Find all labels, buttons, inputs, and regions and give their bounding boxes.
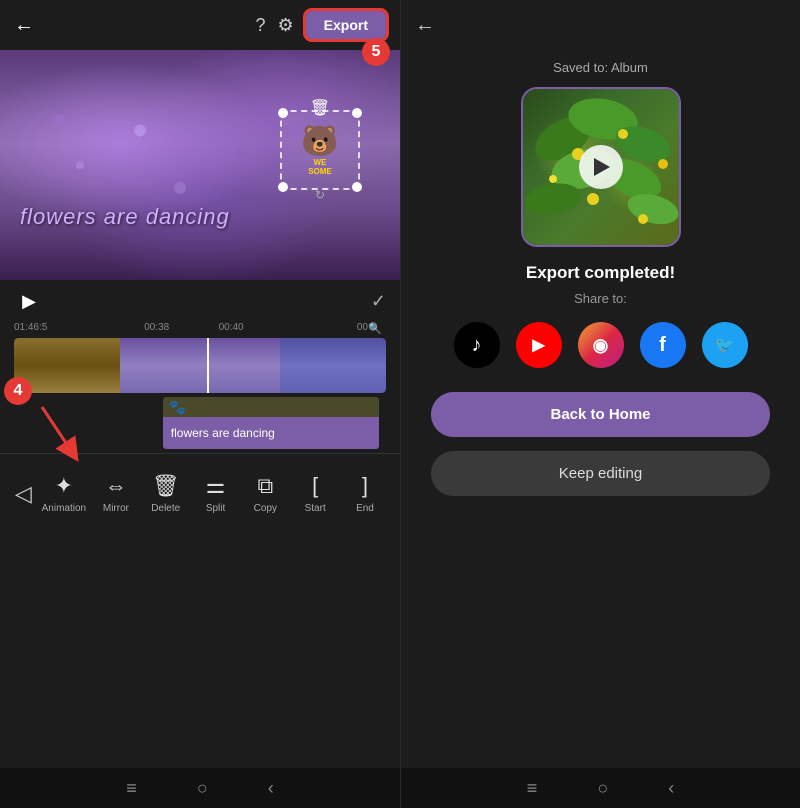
share-icons-row: ♪ ▶ ◉ f 🐦 (454, 322, 748, 368)
time-end: 00 (357, 322, 368, 333)
bottom-toolbar: ◁ ✦ Animation ⇔ Mirror 🗑 Delete ⚌ Split … (0, 453, 400, 533)
sticker-handle-bl[interactable] (278, 182, 288, 192)
video-background: flowers are dancing 🗑 🐻 WESOME ↻ (0, 50, 400, 280)
delete-label: Delete (151, 503, 180, 514)
subtitle-track-container: 4 🐾 flowers are dancing (14, 397, 386, 449)
right-header: ← (401, 0, 800, 50)
subtitle-bar[interactable]: flowers are dancing (163, 417, 379, 449)
time-mid2: 00:40 (219, 322, 244, 333)
tiktok-share-button[interactable]: ♪ (454, 322, 500, 368)
twitter-share-button[interactable]: 🐦 (702, 322, 748, 368)
menu-button[interactable]: ≡ (126, 778, 137, 799)
right-panel: ← Saved to: Album (400, 0, 800, 808)
youtube-share-button[interactable]: ▶ (516, 322, 562, 368)
right-system-nav: ≡ ○ ‹ (401, 768, 800, 808)
instagram-icon: ◉ (593, 335, 609, 356)
check-button[interactable]: ✓ (371, 291, 386, 312)
saved-to-label: Saved to: Album (553, 60, 648, 75)
sticker-timeline-icon: 🐾 (169, 399, 186, 416)
right-back-button[interactable]: ← (415, 14, 435, 37)
split-label: Split (206, 503, 225, 514)
timeline-cursor (207, 338, 209, 393)
sticker-emoji: 🐻 (301, 124, 338, 159)
tiktok-icon: ♪ (472, 334, 482, 357)
play-icon-overlay[interactable] (579, 145, 623, 189)
sticker-handle-tr[interactable] (352, 108, 362, 118)
time-mid1: 00:38 (144, 322, 169, 333)
step-5-badge: 5 (362, 38, 390, 66)
split-icon: ⚌ (206, 473, 226, 499)
header-right: ? ⚙ Export (256, 11, 387, 39)
play-triangle (594, 158, 610, 176)
facebook-share-button[interactable]: f (640, 322, 686, 368)
sticker-timeline-track: 🐾 (163, 397, 379, 417)
sticker-handle-tl[interactable] (278, 108, 288, 118)
export-thumbnail[interactable] (521, 87, 681, 247)
tool-end[interactable]: ] End (345, 473, 385, 514)
tool-animation[interactable]: ✦ Animation (42, 473, 86, 514)
right-content: Saved to: Album (401, 50, 800, 768)
timeline-controls: ▶ ✓ (0, 280, 400, 322)
back-system-button[interactable]: ‹ (268, 778, 274, 799)
tool-mirror[interactable]: ⇔ Mirror (96, 473, 136, 514)
end-label: End (356, 503, 374, 514)
start-icon: [ (312, 473, 318, 499)
rotate-handle[interactable]: ↻ (315, 188, 325, 202)
mirror-icon: ⇔ (105, 473, 127, 499)
video-strip (14, 338, 386, 393)
keep-editing-button[interactable]: Keep editing (431, 451, 770, 496)
step-4-badge: 4 (4, 377, 32, 405)
nav-arrow-left[interactable]: ◁ (15, 481, 32, 507)
timeline-track (14, 338, 386, 393)
youtube-icon: ▶ (532, 335, 544, 355)
twitter-icon: 🐦 (715, 335, 735, 355)
sticker-handle-br[interactable] (352, 182, 362, 192)
subtitle-label-track: 🐾 flowers are dancing (163, 397, 379, 449)
zoom-icon[interactable]: 🔍 (368, 322, 382, 335)
tool-copy[interactable]: ⧉ Copy (245, 473, 285, 514)
back-to-home-button[interactable]: Back to Home (431, 392, 770, 437)
tool-delete[interactable]: 🗑 Delete (146, 473, 186, 514)
subtitle-bar-text: flowers are dancing (171, 426, 275, 440)
thumbnail-background (523, 89, 679, 245)
settings-button[interactable]: ⚙ (278, 15, 294, 36)
left-panel: ← ? ⚙ Export 5 flowers are dancing 🗑 🐻 W… (0, 0, 400, 808)
time-start: 01:46:5 (14, 322, 47, 333)
end-icon: ] (362, 473, 368, 499)
home-button[interactable]: ○ (197, 778, 208, 799)
left-header: ← ? ⚙ Export (0, 0, 400, 50)
video-preview: flowers are dancing 🗑 🐻 WESOME ↻ (0, 50, 400, 280)
right-menu-button[interactable]: ≡ (527, 778, 538, 799)
animation-icon: ✦ (55, 473, 73, 499)
export-complete-text: Export completed! (526, 263, 675, 283)
copy-label: Copy (254, 503, 277, 514)
share-to-text: Share to: (574, 291, 627, 306)
mirror-label: Mirror (103, 503, 129, 514)
timeline-area: ▶ ✓ 01:46:5 00:38 00:40 00 🔍 (0, 280, 400, 768)
help-button[interactable]: ? (256, 15, 266, 36)
start-label: Start (305, 503, 326, 514)
animation-label: Animation (42, 503, 86, 514)
strip-segment-3 (280, 338, 386, 393)
back-button[interactable]: ← (14, 14, 34, 37)
facebook-icon: f (659, 334, 666, 357)
export-button[interactable]: Export (306, 11, 386, 39)
instagram-share-button[interactable]: ◉ (578, 322, 624, 368)
tool-start[interactable]: [ Start (295, 473, 335, 514)
play-button[interactable]: ▶ (14, 286, 44, 316)
dancing-text: flowers are dancing (20, 204, 230, 230)
copy-icon: ⧉ (258, 473, 274, 499)
tool-split[interactable]: ⚌ Split (196, 473, 236, 514)
delete-icon: 🗑 (152, 473, 180, 499)
right-home-button[interactable]: ○ (597, 778, 608, 799)
sticker-text: WESOME (308, 159, 332, 177)
timeline-strip[interactable] (14, 338, 386, 393)
sticker-selection-box[interactable]: 🗑 🐻 WESOME ↻ (280, 110, 360, 190)
strip-segment-2 (120, 338, 279, 393)
sticker-content: 🐻 WESOME (282, 112, 358, 188)
right-back-system-button[interactable]: ‹ (668, 778, 674, 799)
arrow-svg (32, 402, 92, 457)
left-system-nav: ≡ ○ ‹ (0, 768, 400, 808)
